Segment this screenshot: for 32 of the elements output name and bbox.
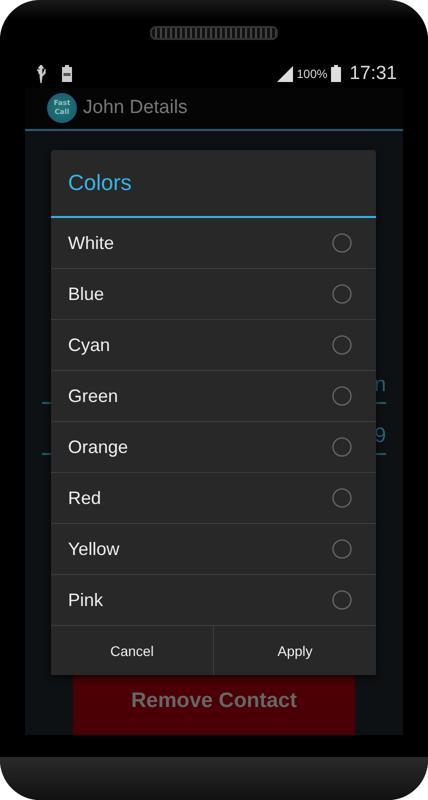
radio-button[interactable] xyxy=(332,539,352,559)
signal-icon xyxy=(276,66,293,82)
radio-button[interactable] xyxy=(332,590,352,610)
battery-icon xyxy=(331,65,342,82)
option-label: Orange xyxy=(68,436,128,458)
color-option[interactable]: Orange xyxy=(51,422,376,473)
radio-button[interactable] xyxy=(332,386,352,406)
radio-button[interactable] xyxy=(332,488,352,508)
option-label: Yellow xyxy=(68,538,120,560)
clock-time: 17:31 xyxy=(349,62,397,85)
color-option[interactable]: Yellow xyxy=(51,524,376,575)
screen-title: John Details xyxy=(83,97,188,120)
radio-button[interactable] xyxy=(332,437,352,457)
color-option[interactable]: Cyan xyxy=(51,320,376,371)
radio-button[interactable] xyxy=(332,233,352,253)
radio-button[interactable] xyxy=(332,284,352,304)
color-option[interactable]: Red xyxy=(51,473,376,524)
dialog-title: Colors xyxy=(51,150,376,218)
option-label: Blue xyxy=(68,284,104,304)
dialog-button[interactable]: Cancel xyxy=(51,626,213,675)
color-option[interactable]: Blue xyxy=(51,269,376,320)
option-label: White xyxy=(68,232,114,254)
option-label: Red xyxy=(68,488,102,508)
radio-button[interactable] xyxy=(332,335,352,355)
option-label: Green xyxy=(68,386,118,406)
color-option[interactable]: White xyxy=(51,218,376,269)
dialog-button[interactable]: Apply xyxy=(213,626,376,675)
color-option[interactable]: Green xyxy=(51,371,376,422)
option-label: Pink xyxy=(68,590,104,610)
option-label: Cyan xyxy=(68,334,110,356)
battery-icon xyxy=(62,65,72,82)
battery-percent: 100% xyxy=(296,66,328,81)
